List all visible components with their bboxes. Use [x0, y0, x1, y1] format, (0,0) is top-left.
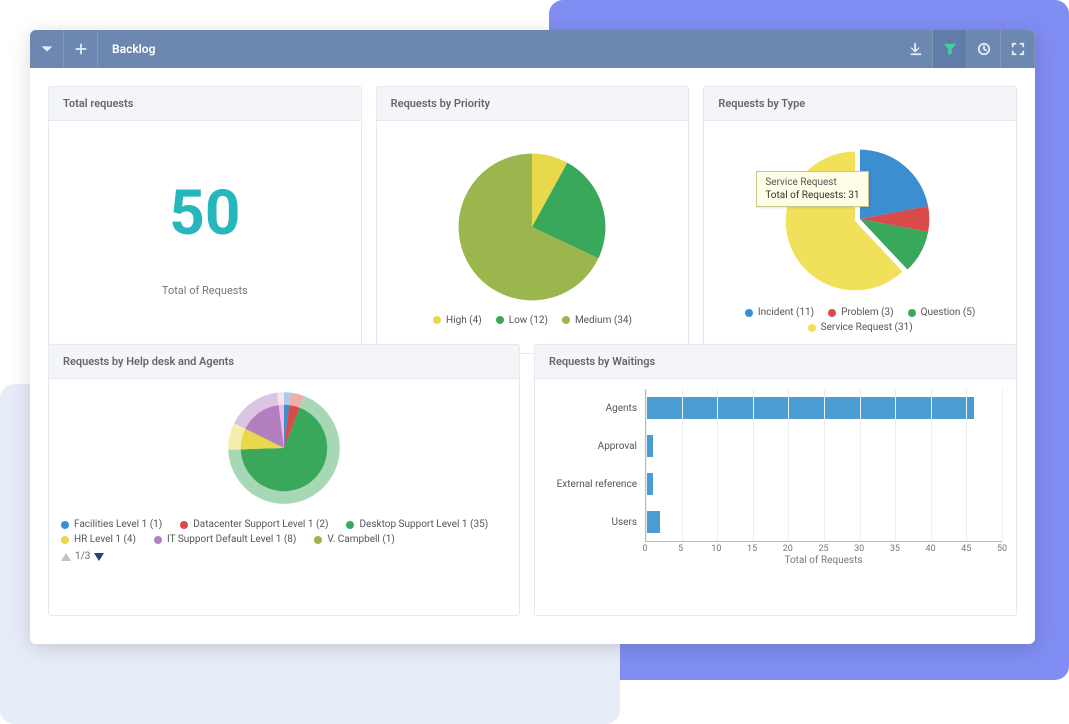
- card-title: Requests by Waitings: [535, 345, 1016, 379]
- legend-item[interactable]: Service Request (31): [808, 322, 913, 333]
- page-title: Backlog: [98, 42, 169, 56]
- legend-swatch-icon: [346, 521, 354, 529]
- total-label: Total of Requests: [162, 284, 248, 297]
- card-requests-by-type: Requests by Type Service Request Total o…: [703, 86, 1017, 354]
- filter-icon: [943, 42, 957, 56]
- legend-swatch-icon: [908, 309, 916, 317]
- legend-label: V. Campbell (1): [327, 534, 395, 545]
- bar-track: [645, 465, 1002, 503]
- legend-item[interactable]: Low (12): [496, 315, 548, 326]
- card-requests-by-waitings: Requests by Waitings Agents Approval Ext…: [534, 344, 1017, 616]
- legend-swatch-icon: [828, 309, 836, 317]
- pager-prev-icon[interactable]: [61, 553, 71, 561]
- card-title: Requests by Type: [704, 87, 1016, 121]
- bar-fill[interactable]: [646, 511, 660, 533]
- legend-item[interactable]: HR Level 1 (4): [61, 534, 136, 545]
- bar-fill[interactable]: [646, 397, 974, 419]
- legend-label: Facilities Level 1 (1): [74, 519, 162, 530]
- legend-label: Incident (11): [758, 307, 814, 318]
- pager-text: 1/3: [75, 551, 90, 562]
- card-title: Total requests: [49, 87, 361, 121]
- legend-item[interactable]: Problem (3): [828, 307, 893, 318]
- pager-next-icon[interactable]: [94, 553, 104, 561]
- helpdesk-legend: Facilities Level 1 (1) Datacenter Support…: [49, 511, 519, 551]
- legend-label: Low (12): [509, 315, 548, 326]
- legend-swatch-icon: [314, 536, 322, 544]
- legend-item[interactable]: High (4): [433, 315, 482, 326]
- legend-item[interactable]: IT Support Default Level 1 (8): [154, 534, 296, 545]
- legend-swatch-icon: [180, 521, 188, 529]
- bar-track: [645, 503, 1002, 541]
- chevron-down-icon: [40, 42, 54, 56]
- legend-label: Question (5): [921, 307, 976, 318]
- tooltip-value: Total of Requests: 31: [765, 189, 859, 202]
- add-button[interactable]: [64, 30, 98, 68]
- type-pie-chart[interactable]: [780, 139, 940, 299]
- bar-category-label: External reference: [543, 479, 645, 490]
- bar-row: Approval: [543, 427, 1002, 465]
- legend-label: Service Request (31): [821, 322, 913, 333]
- fullscreen-button[interactable]: [1001, 30, 1035, 68]
- legend-swatch-icon: [496, 316, 504, 324]
- card-requests-by-helpdesk: Requests by Help desk and Agents Facilit…: [48, 344, 520, 616]
- bar-track: [645, 427, 1002, 465]
- legend-label: IT Support Default Level 1 (8): [167, 534, 296, 545]
- download-icon: [909, 42, 923, 56]
- helpdesk-pie-chart[interactable]: [221, 385, 347, 511]
- bar-row: External reference: [543, 465, 1002, 503]
- legend-swatch-icon: [433, 316, 441, 324]
- total-value: 50: [169, 177, 240, 250]
- download-button[interactable]: [899, 30, 933, 68]
- bar-category-label: Agents: [543, 403, 645, 414]
- legend-swatch-icon: [745, 309, 753, 317]
- filter-button[interactable]: [933, 30, 967, 68]
- legend-label: Medium (34): [575, 315, 632, 326]
- bar-category-label: Users: [543, 517, 645, 528]
- bar-fill[interactable]: [646, 473, 653, 495]
- legend-pager: 1/3: [49, 551, 519, 570]
- waitings-bar-chart[interactable]: Agents Approval External reference Users…: [535, 379, 1016, 615]
- legend-label: Desktop Support Level 1 (35): [359, 519, 488, 530]
- bar-axis: 05101520253035404550: [645, 541, 1002, 555]
- type-legend: Incident (11) Problem (3) Question (5) Serv…: [704, 299, 1016, 343]
- priority-legend: High (4) Low (12) Medium (34): [415, 307, 650, 336]
- bar-row: Users: [543, 503, 1002, 541]
- bar-row: Agents: [543, 389, 1002, 427]
- legend-item[interactable]: Medium (34): [562, 315, 632, 326]
- card-title: Requests by Help desk and Agents: [49, 345, 519, 379]
- bar-axis-label: Total of Requests: [645, 555, 1002, 566]
- legend-swatch-icon: [562, 316, 570, 324]
- chart-tooltip: Service Request Total of Requests: 31: [756, 171, 868, 207]
- legend-swatch-icon: [61, 536, 69, 544]
- legend-swatch-icon: [808, 324, 816, 332]
- clock-icon: [977, 42, 991, 56]
- bar-category-label: Approval: [543, 441, 645, 452]
- priority-pie-chart[interactable]: [452, 147, 612, 307]
- tooltip-name: Service Request: [765, 176, 859, 189]
- legend-label: Datacenter Support Level 1 (2): [193, 519, 328, 530]
- card-total-requests: Total requests 50 Total of Requests: [48, 86, 362, 354]
- legend-item[interactable]: Desktop Support Level 1 (35): [346, 519, 488, 530]
- legend-label: HR Level 1 (4): [74, 534, 136, 545]
- toolbar: Backlog: [30, 30, 1035, 68]
- collapse-button[interactable]: [30, 30, 64, 68]
- legend-item[interactable]: V. Campbell (1): [314, 534, 395, 545]
- legend-item[interactable]: Question (5): [908, 307, 976, 318]
- legend-item[interactable]: Incident (11): [745, 307, 814, 318]
- legend-item[interactable]: Datacenter Support Level 1 (2): [180, 519, 328, 530]
- card-requests-by-priority: Requests by Priority High (4) Low (12) Med…: [376, 86, 690, 354]
- legend-item[interactable]: Facilities Level 1 (1): [61, 519, 162, 530]
- refresh-button[interactable]: [967, 30, 1001, 68]
- bar-track: [645, 389, 1002, 427]
- legend-swatch-icon: [154, 536, 162, 544]
- bar-fill[interactable]: [646, 435, 653, 457]
- legend-swatch-icon: [61, 521, 69, 529]
- expand-icon: [1011, 42, 1025, 56]
- card-title: Requests by Priority: [377, 87, 689, 121]
- legend-label: Problem (3): [841, 307, 893, 318]
- legend-label: High (4): [446, 315, 482, 326]
- plus-icon: [74, 42, 88, 56]
